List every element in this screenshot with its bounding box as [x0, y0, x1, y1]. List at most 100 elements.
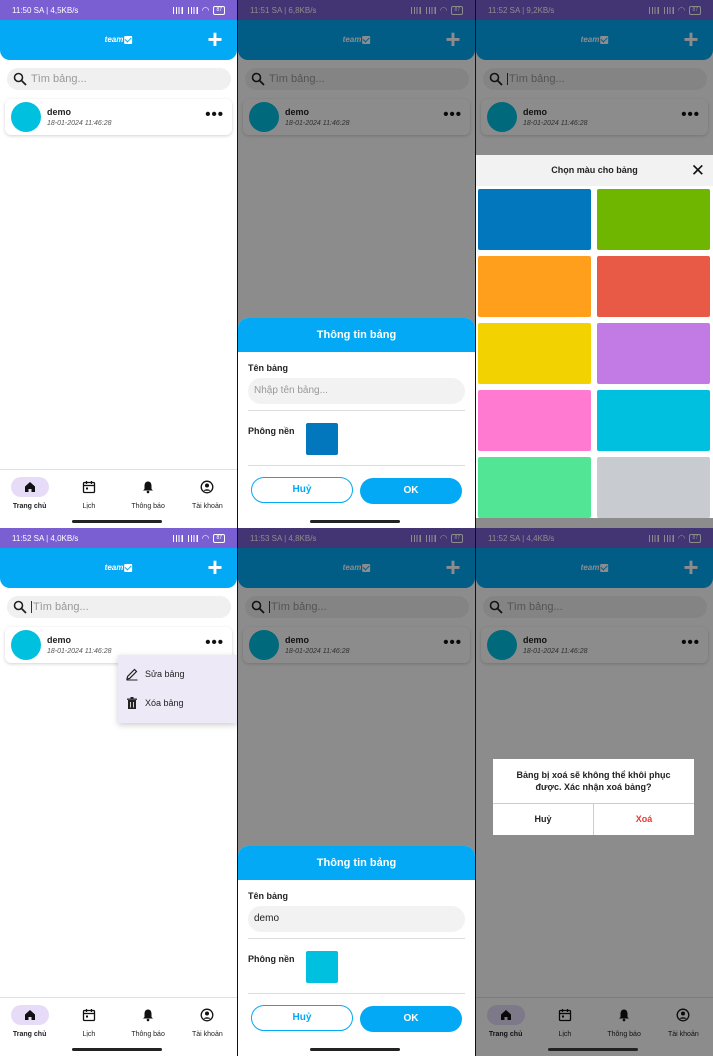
signal-icon	[171, 534, 183, 542]
nav-home-label: Trang chủ	[12, 1031, 47, 1038]
color-option[interactable]	[478, 189, 591, 250]
home-indicator[interactable]	[310, 520, 400, 523]
bottom-nav: Trang chủ Lịch Thông báo Tài khoản	[0, 997, 237, 1046]
color-option[interactable]	[597, 457, 710, 518]
dialog-delete-button[interactable]: Xoá	[594, 803, 694, 835]
account-icon	[200, 480, 214, 494]
background-color-swatch[interactable]	[306, 423, 338, 455]
close-icon[interactable]: ✕	[691, 155, 705, 186]
home-indicator[interactable]	[72, 1048, 162, 1051]
color-picker: Chọn màu cho bảng ✕	[476, 155, 713, 518]
search-input[interactable]: Tìm bảng...	[7, 596, 231, 618]
picker-header: Chọn màu cho bảng ✕	[476, 155, 713, 186]
screen-create-board: 11:51 SA | 6,8KB/s ◠ 87 team + Tìm bảng..…	[238, 0, 475, 528]
ok-button[interactable]: OK	[360, 1006, 462, 1032]
board-name: demo	[47, 107, 72, 117]
nav-notifications[interactable]: Thông báo	[119, 998, 178, 1046]
edit-board-item[interactable]: Sửa bảng	[125, 667, 185, 681]
nav-notifications[interactable]: Thông báo	[119, 470, 178, 518]
check-icon	[124, 563, 133, 572]
nav-account[interactable]: Tài khoản	[178, 470, 237, 518]
signal-icon	[186, 6, 198, 14]
status-time: 11:52 SA | 4,0KB/s	[12, 533, 79, 543]
app-logo: team	[105, 35, 133, 44]
board-name-input[interactable]: demo	[248, 906, 465, 932]
color-option[interactable]	[597, 323, 710, 384]
wifi-icon: ◠	[201, 532, 210, 543]
color-option[interactable]	[478, 256, 591, 317]
home-indicator[interactable]	[310, 1048, 400, 1051]
app-bar: team +	[0, 20, 237, 60]
color-option[interactable]	[597, 189, 710, 250]
app-logo: team	[105, 563, 133, 572]
nav-home[interactable]: Trang chủ	[0, 470, 59, 518]
board-avatar	[11, 102, 41, 132]
signal-icon	[186, 534, 198, 542]
color-option[interactable]	[597, 390, 710, 451]
divider	[248, 993, 465, 994]
status-time: 11:50 SA | 4,5KB/s	[12, 5, 79, 15]
divider	[248, 410, 465, 411]
screen-context-menu: 11:52 SA | 4,0KB/s ◠ 87 team + Tìm bảng..…	[0, 528, 237, 1056]
board-info-sheet: Thông tin bảng Tên bảng demo Phông nền H…	[238, 846, 475, 1056]
sheet-title: Thông tin bảng	[238, 846, 475, 880]
background-label: Phông nền	[248, 426, 295, 436]
check-icon	[124, 35, 133, 44]
board-info-sheet: Thông tin bảng Tên bảng Nhập tên bảng...…	[238, 318, 475, 528]
home-indicator[interactable]	[548, 1048, 638, 1051]
app-bar: team +	[0, 548, 237, 588]
add-board-button[interactable]: +	[205, 554, 225, 580]
picker-title: Chọn màu cho bảng	[551, 165, 638, 175]
search-icon	[13, 600, 27, 614]
account-icon	[200, 1008, 214, 1022]
ok-button[interactable]: OK	[360, 478, 462, 504]
search-placeholder: Tìm bảng...	[33, 601, 89, 613]
status-bar: 11:52 SA | 4,0KB/s ◠ 87	[0, 528, 237, 548]
color-option[interactable]	[597, 256, 710, 317]
color-option[interactable]	[478, 390, 591, 451]
board-date: 18-01-2024 11:46:28	[47, 120, 112, 127]
nav-home[interactable]: Trang chủ	[0, 998, 59, 1046]
pencil-icon	[126, 668, 138, 681]
home-icon	[24, 1010, 35, 1020]
battery-icon: 87	[213, 533, 225, 543]
sheet-title: Thông tin bảng	[238, 318, 475, 352]
home-icon	[24, 482, 35, 492]
search-icon	[13, 72, 27, 86]
add-board-button[interactable]: +	[205, 26, 225, 52]
background-color-swatch[interactable]	[306, 951, 338, 983]
screen-color-picker: 11:52 SA | 9,2KB/s ◠ 87 team + Tìm bảng..…	[476, 0, 713, 528]
board-date: 18-01-2024 11:46:28	[47, 648, 112, 655]
screen-delete-confirm: 11:52 SA | 4,4KB/s ◠ 87 team + Tìm bảng..…	[476, 528, 713, 1056]
more-options-icon[interactable]: •••	[205, 107, 224, 122]
nav-notifications-label: Thông báo	[131, 503, 165, 510]
nav-account-label: Tài khoản	[192, 1031, 223, 1038]
trash-icon	[127, 697, 137, 709]
nav-calendar[interactable]: Lịch	[59, 998, 118, 1046]
bell-icon	[143, 1009, 154, 1022]
cancel-button[interactable]: Huỷ	[251, 1005, 353, 1031]
board-card[interactable]: demo 18-01-2024 11:46:28 •••	[5, 99, 232, 135]
board-name-input[interactable]: Nhập tên bảng...	[248, 378, 465, 404]
more-options-icon[interactable]: •••	[205, 635, 224, 650]
search-input[interactable]: Tìm bảng...	[7, 68, 231, 90]
delete-confirm-dialog: Bảng bị xoá sẽ không thể khôi phục được.…	[493, 759, 694, 835]
status-bar: 11:50 SA | 4,5KB/s ◠ 87	[0, 0, 237, 20]
screen-edit-board: 11:53 SA | 4,8KB/s ◠ 87 team + Tìm bảng..…	[238, 528, 475, 1056]
board-name: demo	[47, 635, 72, 645]
nav-calendar[interactable]: Lịch	[59, 470, 118, 518]
nav-account-label: Tài khoản	[192, 503, 223, 510]
delete-board-item[interactable]: Xóa bảng	[125, 696, 184, 710]
home-indicator[interactable]	[72, 520, 162, 523]
color-option[interactable]	[478, 323, 591, 384]
dialog-cancel-button[interactable]: Huỷ	[493, 803, 593, 835]
wifi-icon: ◠	[201, 4, 210, 15]
calendar-icon	[82, 1009, 96, 1022]
delete-board-label: Xóa bảng	[145, 698, 184, 708]
cancel-button[interactable]: Huỷ	[251, 477, 353, 503]
board-avatar	[11, 630, 41, 660]
board-name-label: Tên bảng	[248, 363, 288, 373]
nav-account[interactable]: Tài khoản	[178, 998, 237, 1046]
screen-home: 11:50 SA | 4,5KB/s ◠ 87 team + Tìm bảng..…	[0, 0, 237, 528]
color-option[interactable]	[478, 457, 591, 518]
